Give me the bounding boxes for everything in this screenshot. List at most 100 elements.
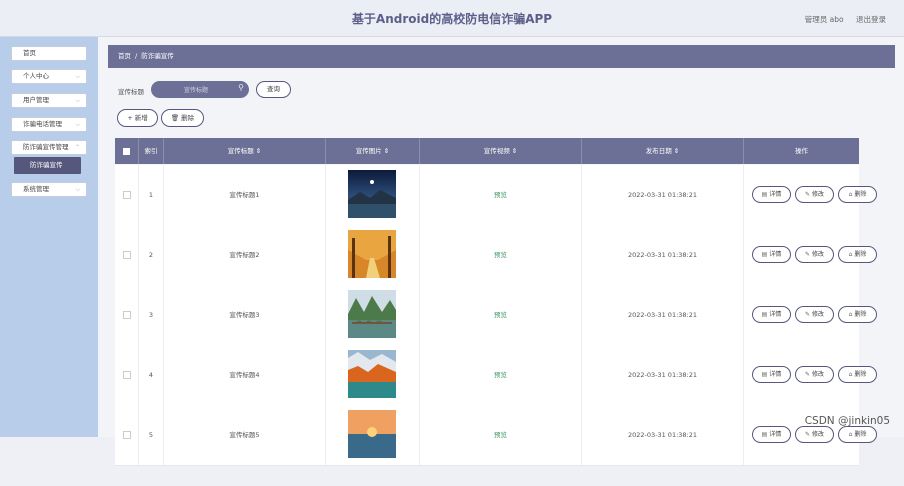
row-date: 2022-03-31 01:38:21 (582, 165, 744, 225)
edit-button[interactable]: ✎ 修改 (795, 186, 834, 203)
header-select-all[interactable] (115, 138, 139, 164)
header-video[interactable]: 宣传视频 ⇕ (420, 138, 582, 164)
chevron-down-icon: ⌵ (75, 121, 80, 128)
delete-button[interactable]: ⌂ 删除 (838, 246, 877, 263)
delete-label: 删除 (854, 251, 867, 258)
table-row: 1 宣传标题1 预览 2022-03-31 01:38:21 ▤ 详情 ✎ 修改 ⌂ 删除 (115, 165, 877, 226)
row-image-cell (326, 225, 420, 285)
trash-icon: ⌂ (848, 251, 853, 258)
row-checkbox[interactable] (122, 371, 131, 379)
promo-image[interactable] (348, 410, 396, 458)
edit-label: 修改 (812, 371, 825, 378)
detail-button[interactable]: ▤ 详情 (752, 426, 791, 443)
search-input[interactable] (151, 81, 241, 100)
header-image[interactable]: 宣传图片 ⇕ (326, 138, 420, 164)
query-button[interactable]: 查询 (256, 81, 291, 98)
row-date: 2022-03-31 01:38:21 (582, 285, 744, 345)
promo-image[interactable] (348, 290, 396, 338)
row-date: 2022-03-31 01:38:21 (582, 345, 744, 405)
row-select-cell (115, 405, 139, 465)
video-preview-link[interactable]: 预览 (494, 371, 507, 379)
delete-button[interactable]: ⌂ 删除 (838, 366, 877, 383)
table-row: 4 宣传标题4 预览 2022-03-31 01:38:21 ▤ 详情 ✎ 修改 ⌂ 删除 (115, 345, 877, 406)
detail-button[interactable]: ▤ 详情 (752, 186, 791, 203)
sidebar-item-label: 个人中心 (23, 72, 49, 80)
breadcrumb-home[interactable]: 首页 (118, 52, 131, 60)
row-select-cell (115, 285, 139, 345)
promo-image[interactable] (348, 350, 396, 398)
promo-image[interactable] (348, 230, 396, 278)
row-index: 5 (139, 405, 164, 465)
chevron-down-icon: ⌵ (75, 97, 80, 104)
table-header: 索引 宣传标题 ⇕ 宣传图片 ⇕ 宣传视频 ⇕ 发布日期 ⇕ 操作 (115, 138, 859, 164)
delete-button[interactable]: ⌂ 删除 (838, 426, 877, 443)
row-checkbox[interactable] (122, 431, 131, 439)
row-actions: ▤ 详情 ✎ 修改 ⌂ 删除 (744, 165, 877, 225)
row-index: 4 (139, 345, 164, 405)
edit-label: 修改 (812, 191, 825, 198)
detail-button[interactable]: ▤ 详情 (752, 306, 791, 323)
batch-delete-label: 删除 (181, 114, 195, 122)
pencil-icon: ✎ (804, 311, 810, 318)
video-preview-link[interactable]: 预览 (494, 431, 507, 439)
row-video-cell: 预览 (420, 285, 582, 345)
sidebar-subitem-anti-fraud-promo[interactable]: 防诈骗宣传 (14, 157, 81, 174)
row-checkbox[interactable] (122, 251, 131, 259)
pencil-icon: ✎ (804, 191, 810, 198)
row-date: 2022-03-31 01:38:21 (582, 225, 744, 285)
sidebar: 首页 个人中心 ⌵ 用户管理 ⌵ 诈骗电话管理 ⌵ 防诈骗宣传管理 ⌃ 防诈骗宣… (0, 37, 98, 437)
document-icon: ▤ (761, 371, 768, 378)
search-label: 宣传标题 (118, 88, 144, 96)
row-checkbox[interactable] (122, 311, 131, 319)
trash-icon: ⌂ (848, 191, 853, 198)
breadcrumb: 首页 / 防诈骗宣传 (108, 45, 895, 68)
detail-button[interactable]: ▤ 详情 (752, 246, 791, 263)
row-image-cell (326, 405, 420, 465)
delete-button[interactable]: ⌂ 删除 (838, 306, 877, 323)
header-index: 索引 (139, 138, 164, 164)
header-title[interactable]: 宣传标题 ⇕ (164, 138, 326, 164)
row-image-cell (326, 345, 420, 405)
row-title: 宣传标题2 (164, 225, 326, 285)
search-box: ⚲ (151, 81, 249, 100)
search-icon: ⚲ (238, 83, 244, 92)
edit-button[interactable]: ✎ 修改 (795, 426, 834, 443)
row-actions: ▤ 详情 ✎ 修改 ⌂ 删除 (744, 225, 877, 285)
document-icon: ▤ (761, 191, 768, 198)
sidebar-item-system[interactable]: 系统管理 ⌵ (11, 182, 87, 197)
promo-image[interactable] (348, 170, 396, 218)
add-button[interactable]: + 新增 (117, 109, 158, 127)
row-video-cell: 预览 (420, 405, 582, 465)
sidebar-item-label: 诈骗电话管理 (23, 120, 62, 128)
edit-button[interactable]: ✎ 修改 (795, 246, 834, 263)
csdn-watermark: CSDN @jinkin05 (804, 415, 890, 427)
row-checkbox[interactable] (122, 191, 131, 199)
video-preview-link[interactable]: 预览 (494, 251, 507, 259)
sidebar-item-users[interactable]: 用户管理 ⌵ (11, 93, 87, 108)
pencil-icon: ✎ (804, 371, 810, 378)
sidebar-item-anti-fraud[interactable]: 防诈骗宣传管理 ⌃ (11, 140, 87, 155)
detail-label: 详情 (769, 251, 782, 258)
edit-button[interactable]: ✎ 修改 (795, 366, 834, 383)
select-all-checkbox[interactable] (123, 147, 130, 155)
breadcrumb-separator: / (135, 52, 138, 60)
table-row: 3 宣传标题3 预览 2022-03-31 01:38:21 ▤ 详情 ✎ 修改 ⌂ 删除 (115, 285, 877, 346)
row-video-cell: 预览 (420, 225, 582, 285)
delete-button[interactable]: ⌂ 删除 (838, 186, 877, 203)
detail-button[interactable]: ▤ 详情 (752, 366, 791, 383)
sidebar-item-fraud-calls[interactable]: 诈骗电话管理 ⌵ (11, 117, 87, 132)
row-title: 宣传标题4 (164, 345, 326, 405)
video-preview-link[interactable]: 预览 (494, 311, 507, 319)
logout-link[interactable]: 退出登录 (856, 15, 886, 24)
current-user: 管理员 abo (804, 15, 844, 24)
sidebar-item-label: 防诈骗宣传管理 (23, 143, 69, 151)
sidebar-item-profile[interactable]: 个人中心 ⌵ (11, 69, 87, 84)
edit-button[interactable]: ✎ 修改 (795, 306, 834, 323)
breadcrumb-current: 防诈骗宣传 (141, 52, 174, 60)
row-title: 宣传标题3 (164, 285, 326, 345)
video-preview-link[interactable]: 预览 (494, 191, 507, 199)
sidebar-item-home[interactable]: 首页 (11, 46, 87, 61)
row-video-cell: 预览 (420, 345, 582, 405)
batch-delete-button[interactable]: 🗑 删除 (161, 109, 204, 127)
header-date[interactable]: 发布日期 ⇕ (582, 138, 744, 164)
